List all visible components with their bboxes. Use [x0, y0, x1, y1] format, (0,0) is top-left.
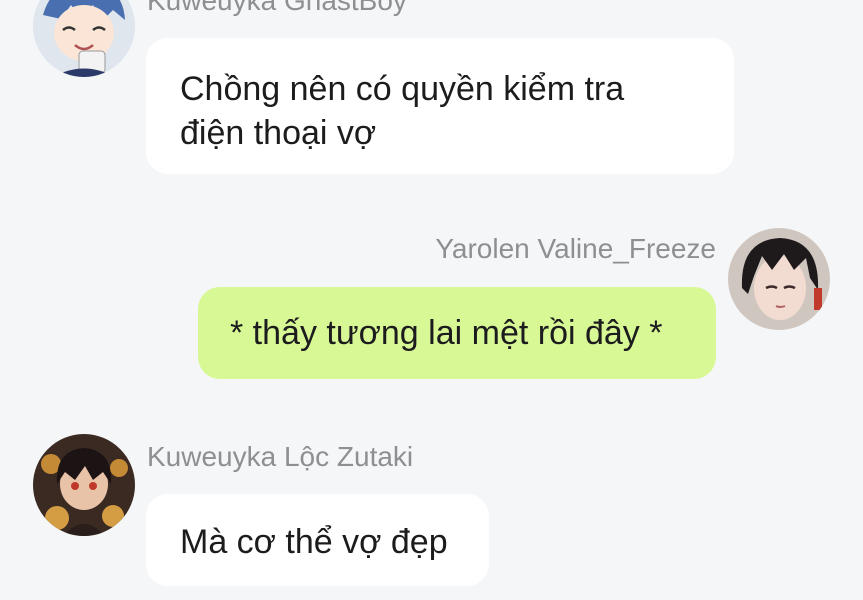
- sender-name: Kuweuyka Lộc Zutaki: [147, 441, 414, 472]
- message-text: Mà cơ thể vợ đẹp: [180, 523, 448, 561]
- message-bubble[interactable]: * thấy tương lai mệt rồi đây *: [198, 287, 716, 379]
- message-text-line: Chồng nên có quyền kiểm tra: [180, 70, 625, 108]
- anime-boy-avatar-icon: [33, 0, 135, 77]
- sender-name: Yarolen Valine_Freeze: [435, 233, 716, 264]
- anime-lantern-avatar-icon: [33, 434, 135, 536]
- message-text: * thấy tương lai mệt rồi đây *: [230, 314, 663, 352]
- message-text-line: điện thoại vợ: [180, 114, 377, 152]
- avatar[interactable]: [728, 228, 830, 330]
- avatar[interactable]: [33, 434, 135, 536]
- avatar[interactable]: [33, 0, 135, 77]
- message-bubble[interactable]: Mà cơ thể vợ đẹp: [146, 494, 489, 586]
- sender-name: Kuweuyka GhastBoy: [147, 0, 407, 16]
- message-bubble[interactable]: Chồng nên có quyền kiểm tra điện thoại v…: [146, 38, 734, 174]
- anime-dark-hair-avatar-icon: [728, 228, 830, 330]
